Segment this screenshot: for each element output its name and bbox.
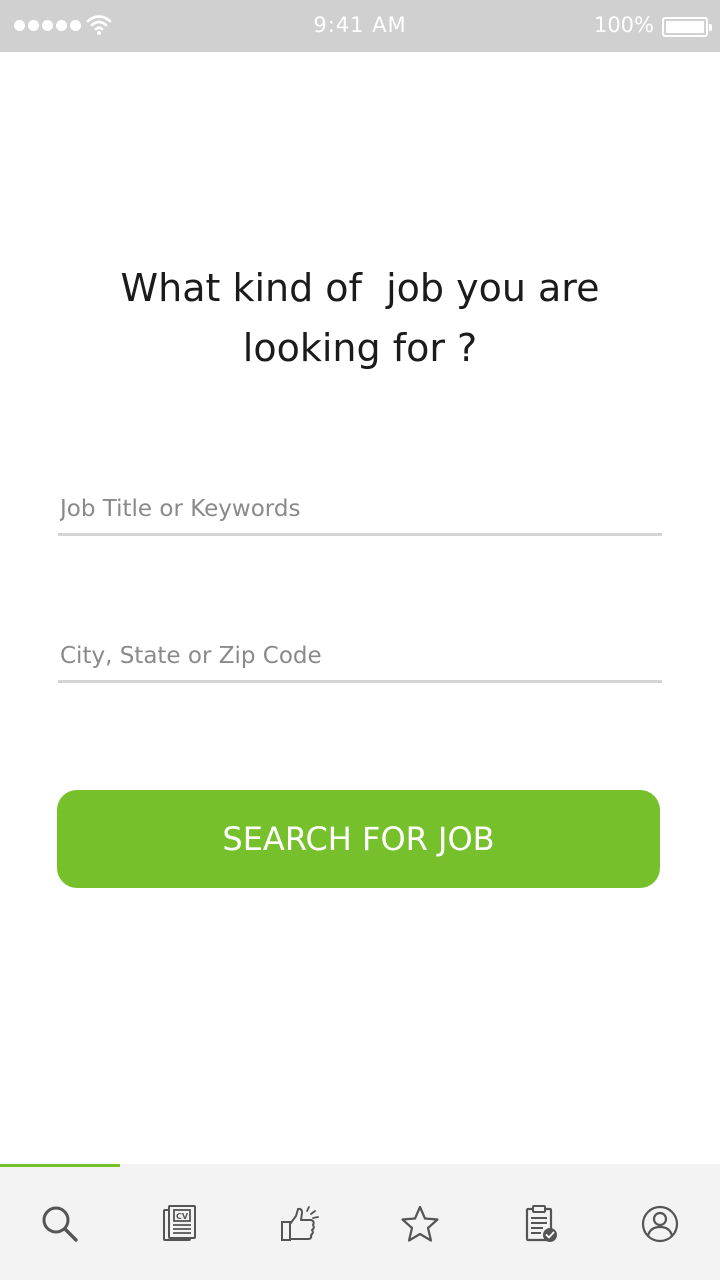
tab-recommended[interactable] xyxy=(240,1167,360,1280)
location-input[interactable] xyxy=(58,633,662,679)
page-title-line-1: What kind of job you are xyxy=(120,266,600,310)
bottom-tab-bar: CV xyxy=(0,1164,720,1280)
battery-icon xyxy=(662,17,712,37)
svg-text:CV: CV xyxy=(176,1212,189,1221)
location-field xyxy=(58,633,662,683)
tab-applications[interactable] xyxy=(480,1167,600,1280)
job-title-input[interactable] xyxy=(58,486,662,532)
tab-favorites[interactable] xyxy=(360,1167,480,1280)
page-title-line-2: looking for ? xyxy=(242,326,478,370)
thumbs-up-icon xyxy=(281,1205,319,1241)
clipboard-check-icon xyxy=(525,1204,557,1242)
star-icon xyxy=(401,1205,439,1242)
tab-cv[interactable]: CV xyxy=(120,1167,240,1280)
profile-icon xyxy=(641,1205,679,1242)
search-for-job-button[interactable]: SEARCH FOR JOB xyxy=(57,790,660,888)
search-icon xyxy=(42,1206,78,1242)
job-title-field xyxy=(58,486,662,536)
status-bar: 9:41 AM 100% xyxy=(0,0,720,52)
tab-search[interactable] xyxy=(0,1167,120,1280)
battery-percentage: 100% xyxy=(593,13,654,37)
cv-document-icon: CV xyxy=(163,1204,196,1241)
page-title: What kind of job you are looking for ? xyxy=(60,258,660,378)
tab-profile[interactable] xyxy=(600,1167,720,1280)
